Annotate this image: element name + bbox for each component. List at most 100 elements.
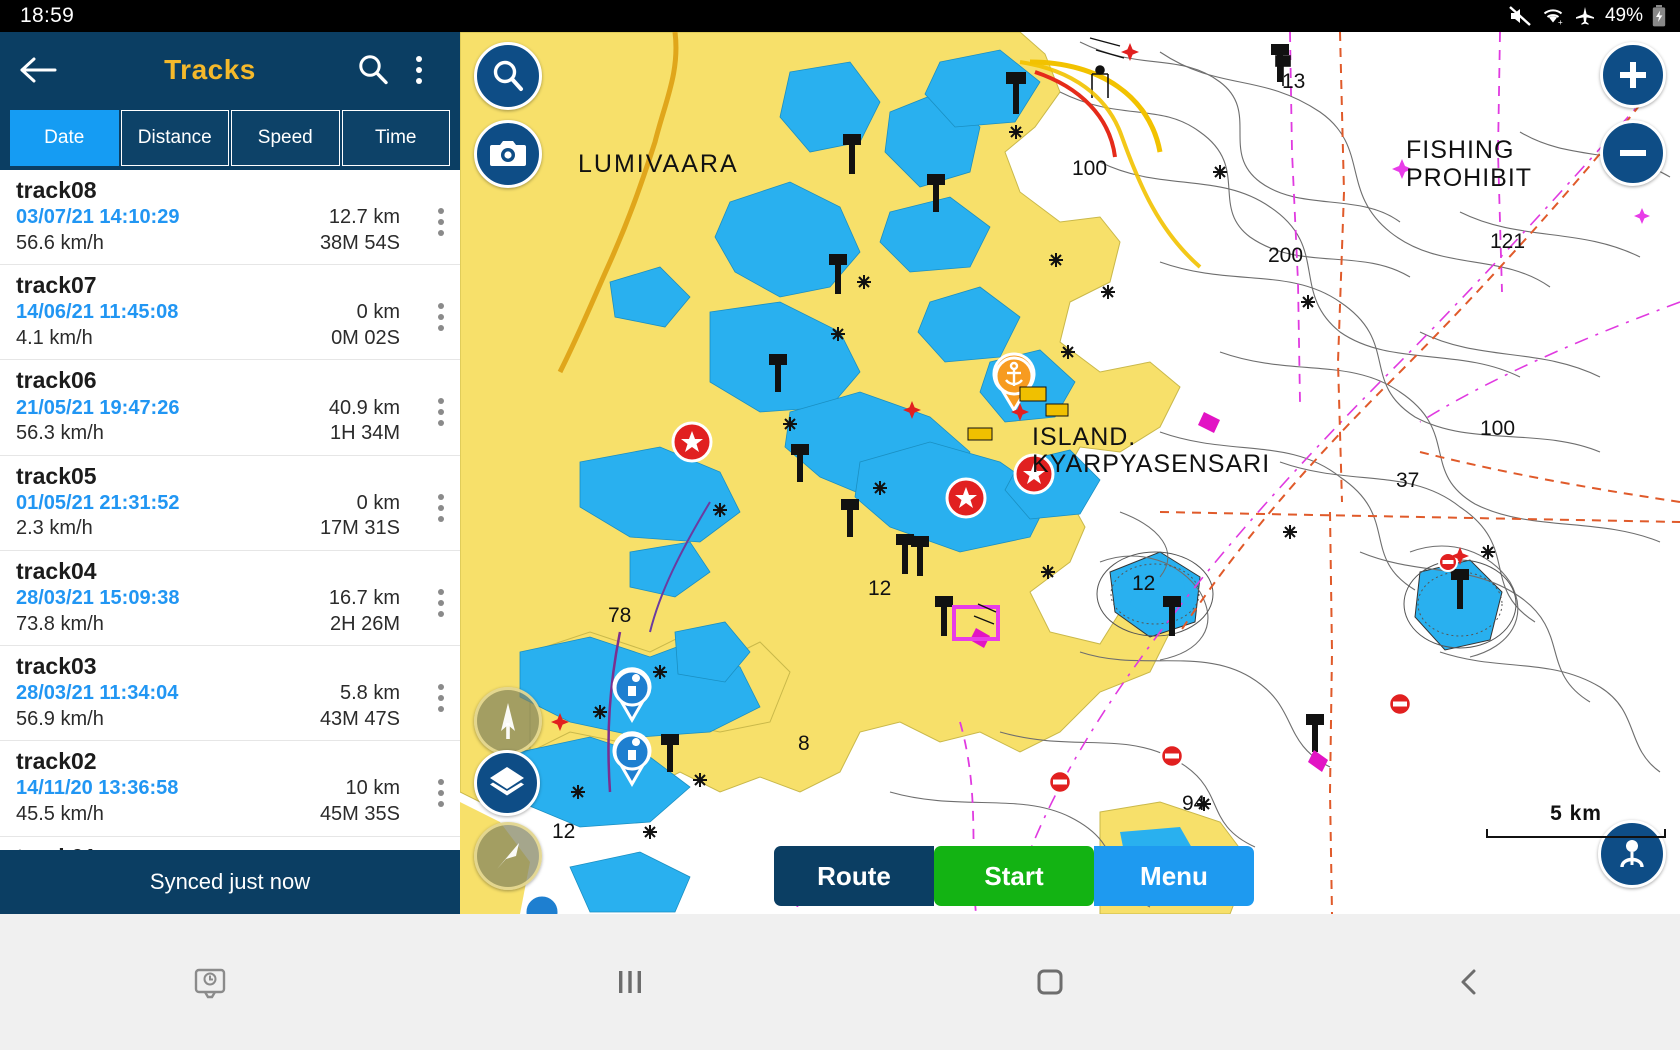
more-vertical-icon: [416, 56, 422, 84]
depth-mark: 12: [552, 820, 576, 843]
tab-date[interactable]: Date: [10, 110, 119, 166]
track-speed: 73.8 km/h: [16, 612, 104, 635]
minus-icon: [1620, 150, 1646, 156]
track-duration: 43M 47S: [319, 707, 400, 730]
back-arrow-icon: [20, 57, 57, 83]
tab-distance[interactable]: Distance: [120, 110, 229, 166]
table-row[interactable]: track06 21/05/21 19:47:26 56.3 km/h 40.9…: [0, 360, 460, 456]
home-button[interactable]: [990, 947, 1110, 1017]
track-distance: 40.9 km: [328, 396, 400, 419]
layers-icon: [490, 767, 524, 796]
track-duration: 17M 31S: [319, 517, 400, 540]
sort-tabs: Date Distance Speed Time: [0, 108, 460, 170]
table-row[interactable]: track05 01/05/21 21:31:52 2.3 km/h 0 km …: [0, 456, 460, 551]
overflow-menu-button[interactable]: [396, 56, 442, 84]
table-row[interactable]: track03 28/03/21 11:34:04 56.9 km/h 5.8 …: [0, 646, 460, 742]
depth-mark: 12: [868, 577, 892, 600]
tracks-list[interactable]: track08 03/07/21 14:10:29 56.6 km/h 12.7…: [0, 170, 460, 850]
track-distance: 5.8 km: [339, 682, 400, 705]
sync-status-label: Synced just now: [149, 869, 311, 894]
plus-icon: [1620, 62, 1646, 88]
tab-date-label: Date: [44, 127, 85, 148]
row-overflow-menu-icon[interactable]: [438, 588, 444, 617]
track-datetime: 28/03/21 11:34:04: [16, 682, 179, 705]
app-bar: Tracks: [0, 32, 460, 108]
row-overflow-menu-icon[interactable]: [438, 208, 444, 236]
zoom-in-button[interactable]: [1600, 42, 1666, 108]
tab-time[interactable]: Time: [341, 110, 450, 166]
map-label-island: ISLAND. KYARPYASENSARI: [1032, 424, 1270, 478]
map-label-island-line2: KYARPYASENSARI: [1032, 450, 1271, 478]
track-duration: 45M 35S: [319, 803, 400, 826]
table-row[interactable]: track02 14/11/20 13:36:58 45.5 km/h 10 k…: [0, 741, 460, 837]
track-name: track01: [16, 843, 446, 850]
map-canvas[interactable]: LUMIVAARA ISLAND. KYARPYASENSARI FISHING…: [460, 32, 1680, 914]
table-row[interactable]: track04 28/03/21 15:09:38 73.8 km/h 16.7…: [0, 551, 460, 647]
track-speed: 56.9 km/h: [16, 707, 104, 730]
table-row[interactable]: track01: [0, 837, 460, 850]
back-button[interactable]: [18, 55, 70, 85]
row-overflow-menu-icon[interactable]: [438, 303, 444, 332]
android-navigation-bar: [0, 914, 1680, 1050]
depth-mark: 100: [1480, 417, 1516, 440]
track-distance: 16.7 km: [328, 586, 400, 609]
track-duration: 0M 02S: [331, 326, 400, 349]
track-datetime: 14/06/21 11:45:08: [16, 301, 179, 324]
track-name: track08: [16, 177, 97, 203]
depth-mark: 94: [1182, 792, 1206, 815]
map-camera-button[interactable]: [474, 120, 542, 188]
track-distance: 0 km: [356, 491, 400, 514]
tracks-panel: Tracks Date Distance Speed Time track08 …: [0, 32, 460, 914]
back-nav-button[interactable]: [1410, 947, 1530, 1017]
locate-me-button[interactable]: [474, 822, 542, 890]
recents-button[interactable]: [570, 947, 690, 1017]
compass-icon: [501, 703, 515, 739]
depth-mark: 78: [608, 604, 632, 627]
search-button[interactable]: [350, 53, 396, 87]
row-overflow-menu-icon[interactable]: [438, 779, 444, 808]
start-button[interactable]: Start: [934, 846, 1094, 906]
depth-mark: 8: [798, 732, 810, 755]
track-duration: 1H 34M: [329, 422, 400, 445]
track-speed: 56.6 km/h: [16, 231, 104, 254]
navigation-arrow-icon: [497, 843, 519, 869]
tab-time-label: Time: [374, 127, 417, 148]
back-icon: [1461, 969, 1476, 995]
track-name: track06: [16, 367, 97, 394]
track-duration: 2H 26M: [329, 612, 400, 635]
screenshot-button[interactable]: [150, 947, 270, 1017]
zoom-out-button[interactable]: [1600, 120, 1666, 186]
track-speed: 56.3 km/h: [16, 422, 104, 445]
map-label-lumivaara: LUMIVAARA: [578, 150, 739, 178]
tab-speed[interactable]: Speed: [231, 110, 340, 166]
svg-text:+: +: [1558, 18, 1563, 26]
status-bar-icons: + 49%: [1508, 5, 1666, 27]
map-action-bar: Route Start Menu: [774, 846, 1254, 906]
menu-button[interactable]: Menu: [1094, 846, 1254, 906]
track-datetime: 14/11/20 13:36:58: [16, 777, 179, 800]
row-overflow-menu-icon[interactable]: [438, 493, 444, 522]
status-bar: 18:59 + 49%: [0, 0, 1680, 32]
table-row[interactable]: track07 14/06/21 11:45:08 4.1 km/h 0 km …: [0, 265, 460, 361]
depth-mark: 121: [1490, 230, 1526, 253]
route-button-label: Route: [817, 860, 891, 891]
compass-button[interactable]: [474, 687, 542, 755]
track-name: track03: [16, 653, 97, 680]
track-name: track04: [16, 557, 97, 584]
track-speed: 2.3 km/h: [16, 517, 93, 540]
row-overflow-menu-icon[interactable]: [438, 684, 444, 713]
tab-distance-label: Distance: [137, 127, 212, 148]
row-overflow-menu-icon[interactable]: [438, 398, 444, 427]
screenshot-icon: [194, 968, 226, 999]
track-datetime: 28/03/21 15:09:38: [16, 586, 180, 609]
screen-root: 18:59 + 49% Tracks Date Distance Speed T…: [0, 0, 1680, 1050]
track-distance: 0 km: [356, 301, 400, 324]
map-search-button[interactable]: [474, 42, 542, 110]
airplane-mode-icon: [1575, 7, 1594, 25]
recents-icon: [619, 971, 641, 993]
search-icon: [359, 55, 388, 85]
table-row[interactable]: track08 03/07/21 14:10:29 56.6 km/h 12.7…: [0, 170, 460, 266]
map-layers-button[interactable]: [474, 750, 540, 816]
track-name: track07: [16, 272, 97, 299]
route-button[interactable]: Route: [774, 846, 934, 906]
